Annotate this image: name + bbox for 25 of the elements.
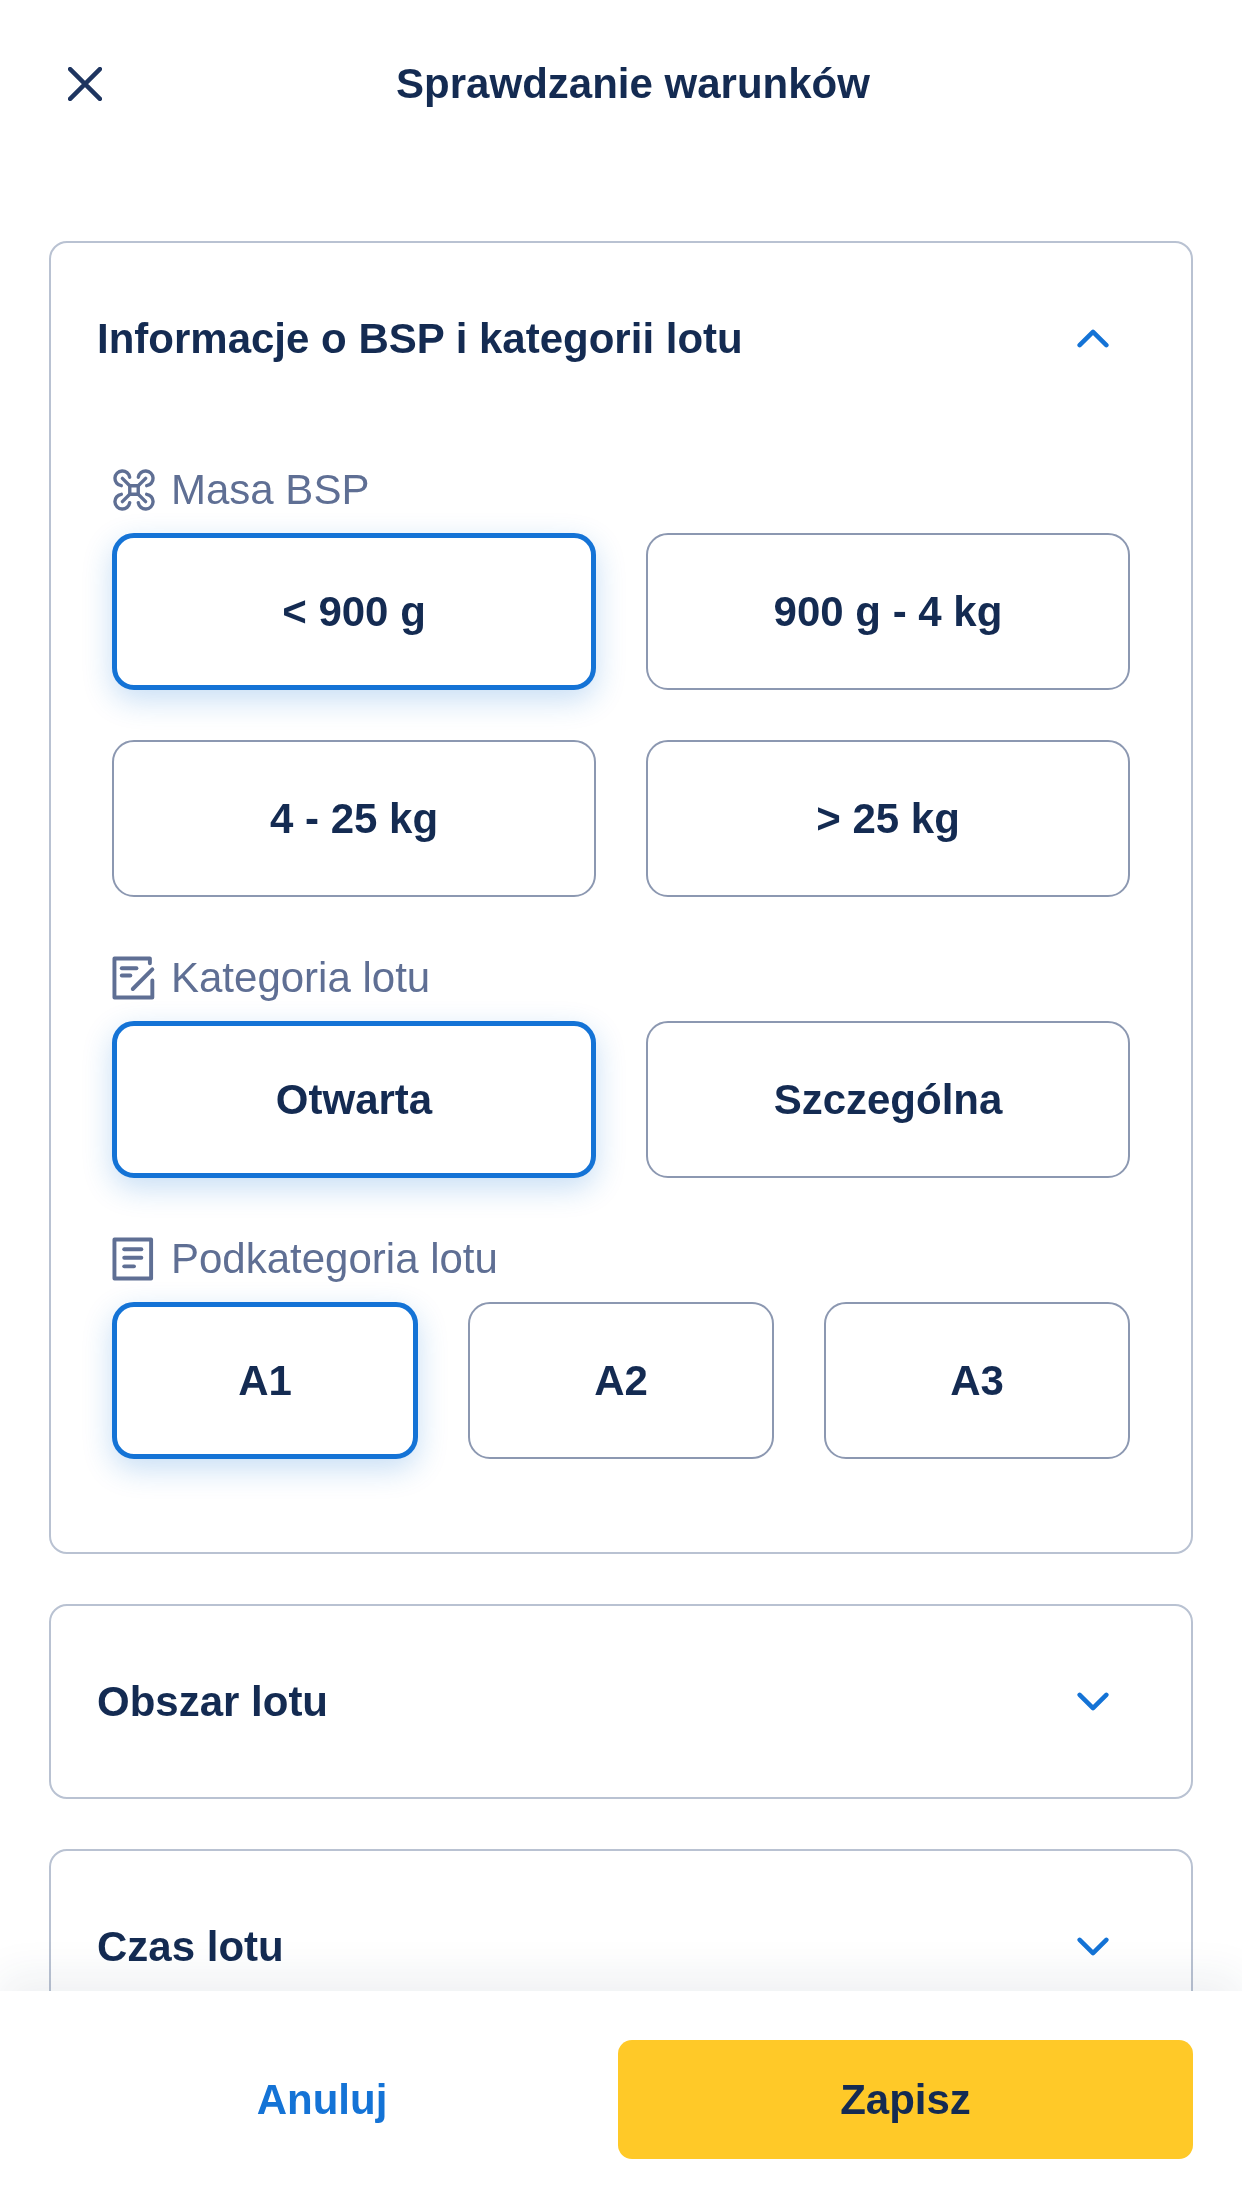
document-lines-icon <box>112 1237 156 1281</box>
chevron-up-icon[interactable] <box>1077 329 1109 348</box>
accordion-header[interactable]: Informacje o BSP i kategorii lotu <box>51 243 1191 434</box>
option-button[interactable]: 900 g - 4 kg <box>646 533 1130 690</box>
close-icon[interactable] <box>68 67 102 101</box>
option-button[interactable]: A3 <box>824 1302 1130 1459</box>
cancel-button[interactable]: Anuluj <box>232 2048 412 2151</box>
option-button[interactable]: A2 <box>468 1302 774 1459</box>
accordion-header[interactable]: Czas lotu <box>51 1851 1191 1991</box>
option-button[interactable]: Szczególna <box>646 1021 1130 1178</box>
option-button[interactable]: A1 <box>112 1302 418 1459</box>
drone-icon <box>112 468 156 512</box>
option-button[interactable]: > 25 kg <box>646 740 1130 897</box>
save-button[interactable]: Zapisz <box>618 2040 1193 2159</box>
option-button[interactable]: Otwarta <box>112 1021 596 1178</box>
option-button[interactable]: 4 - 25 kg <box>112 740 596 897</box>
option-button[interactable]: < 900 g <box>112 533 596 690</box>
pencil-square-icon <box>112 956 156 1000</box>
group-label: Masa BSP <box>171 466 370 514</box>
group-label: Podkategoria lotu <box>171 1235 498 1283</box>
chevron-down-icon[interactable] <box>1077 1937 1109 1956</box>
page-title: Sprawdzanie warunków <box>396 58 870 109</box>
accordion-header[interactable]: Obszar lotu <box>51 1606 1191 1797</box>
chevron-down-icon[interactable] <box>1077 1692 1109 1711</box>
group-label: Kategoria lotu <box>171 954 431 1002</box>
